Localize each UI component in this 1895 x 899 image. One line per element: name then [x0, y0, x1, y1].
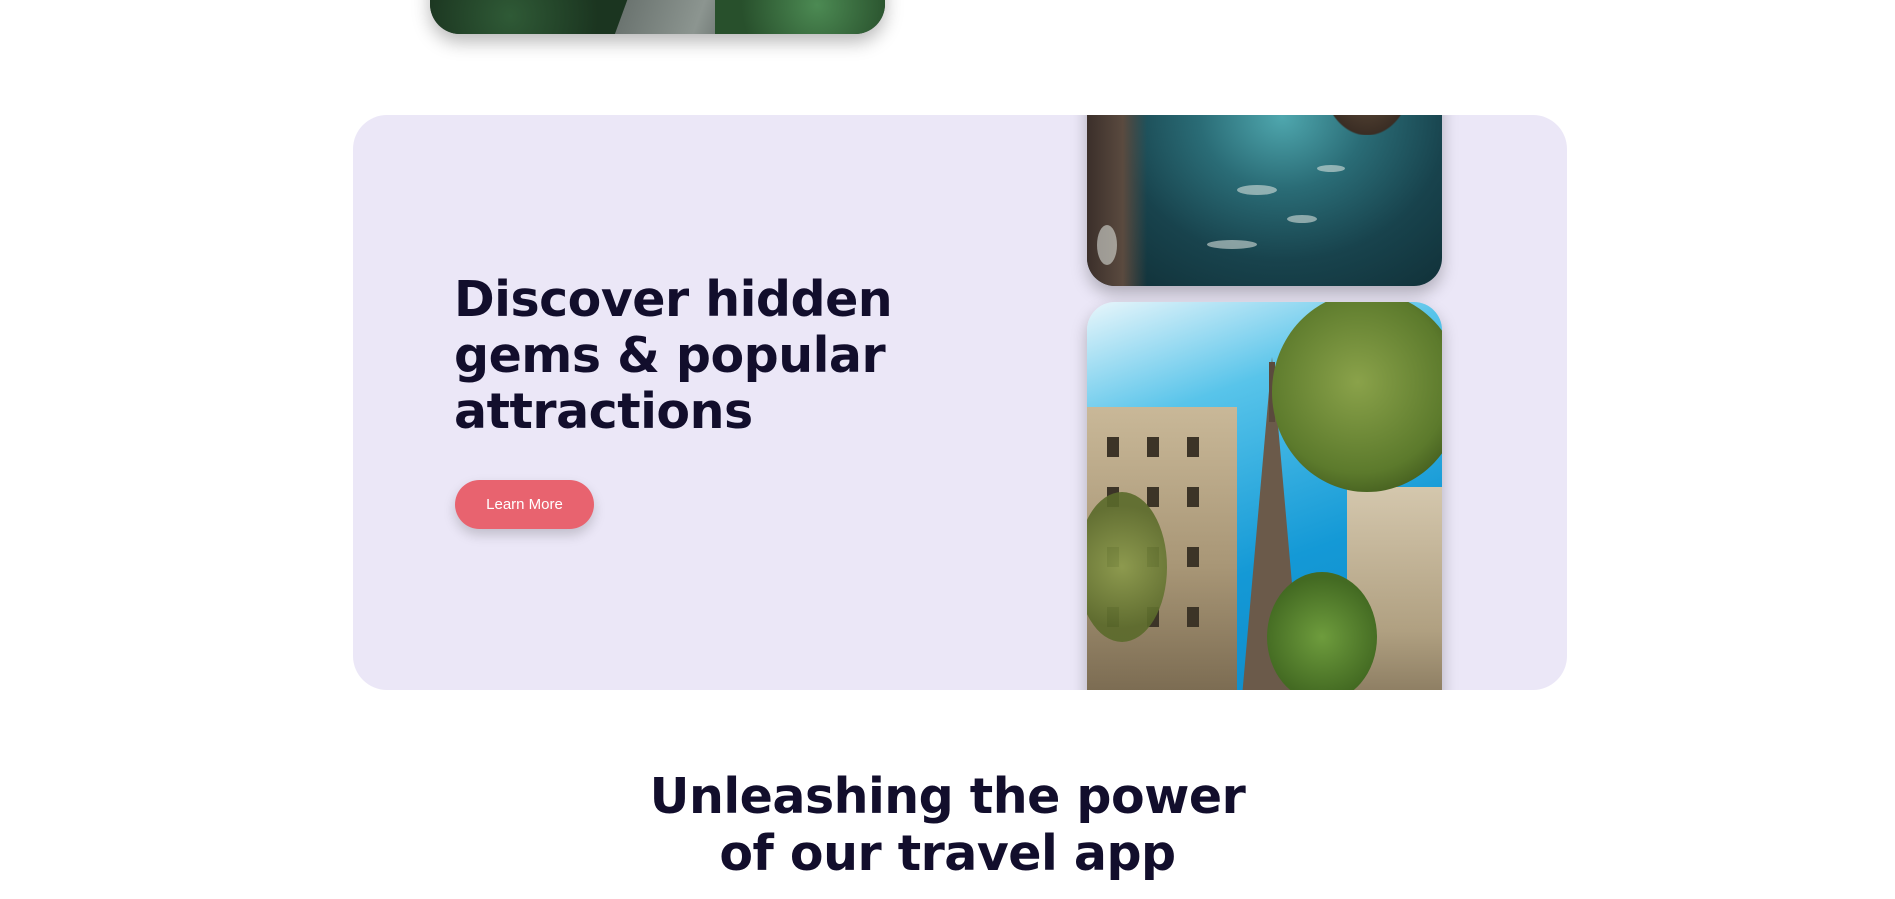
eiffel-tower-photo [1087, 302, 1442, 690]
building-window [1147, 487, 1159, 507]
street-photo-foliage-left [430, 0, 630, 34]
learn-more-button[interactable]: Learn More [455, 480, 594, 529]
section-heading-line-1: Unleashing the power [649, 768, 1246, 825]
coastline-foam [1207, 240, 1257, 249]
section-heading: Unleashing the power of our travel app [0, 768, 1895, 882]
coastline-foam [1287, 215, 1317, 223]
feature-panel: Discover hidden gems & popular attractio… [353, 115, 1567, 690]
coastline-rock [1322, 115, 1412, 135]
street-photo-foliage-right [715, 0, 885, 34]
tree-middle [1267, 572, 1377, 690]
street-photo-card [430, 0, 885, 34]
coastline-foam [1317, 165, 1345, 172]
coastline-photo [1087, 115, 1442, 286]
coastline-foam [1097, 225, 1117, 265]
building-window [1147, 437, 1159, 457]
feature-title: Discover hidden gems & popular attractio… [454, 271, 893, 440]
building-window [1107, 437, 1119, 457]
coastline-cliff [1087, 115, 1147, 286]
building-window [1187, 547, 1199, 567]
building-window [1187, 487, 1199, 507]
building-window [1187, 437, 1199, 457]
coastline-foam [1237, 185, 1277, 195]
building-window [1187, 607, 1199, 627]
section-heading-line-2: of our travel app [719, 825, 1176, 882]
